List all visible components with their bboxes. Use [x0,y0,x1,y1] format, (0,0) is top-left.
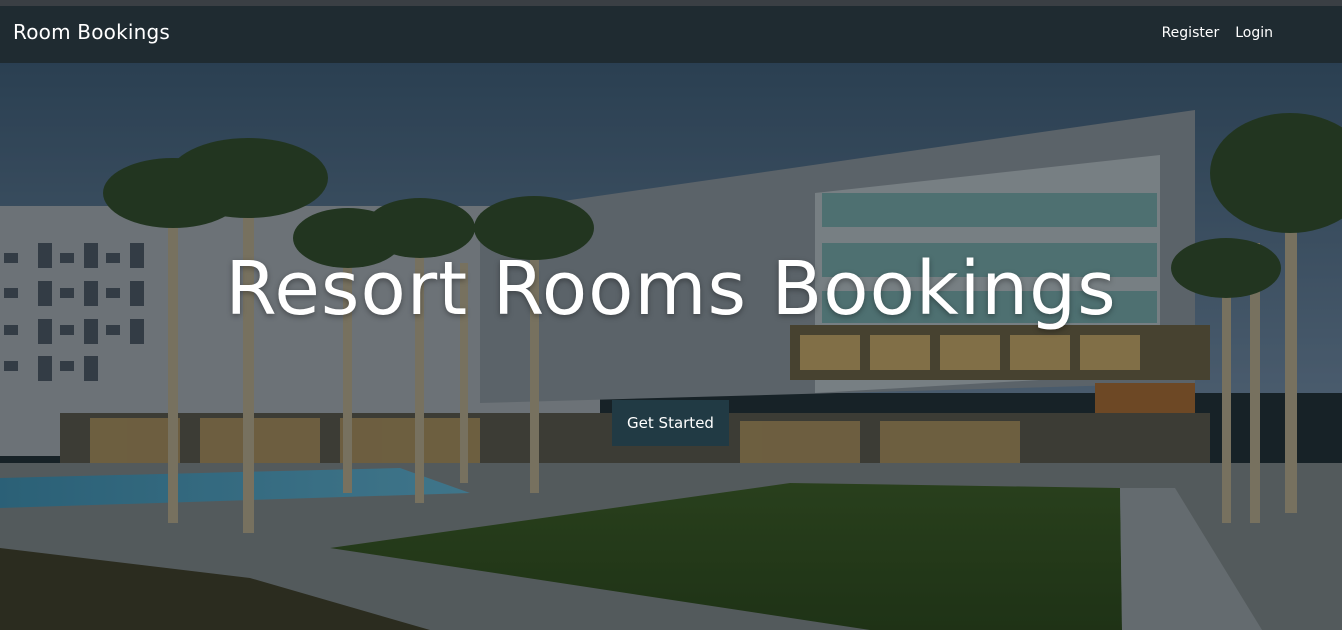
brand-link[interactable]: Room Bookings [13,20,170,44]
get-started-button[interactable]: Get Started [612,400,729,446]
nav-links: Register Login [1162,25,1273,41]
navbar: Room Bookings Register Login [0,6,1342,63]
hero-background-image [0,63,1342,630]
register-link[interactable]: Register [1162,25,1220,41]
hero-section: Resort Rooms Bookings Get Started [0,63,1342,630]
login-link[interactable]: Login [1235,25,1273,41]
hero-title: Resort Rooms Bookings [225,246,1117,332]
